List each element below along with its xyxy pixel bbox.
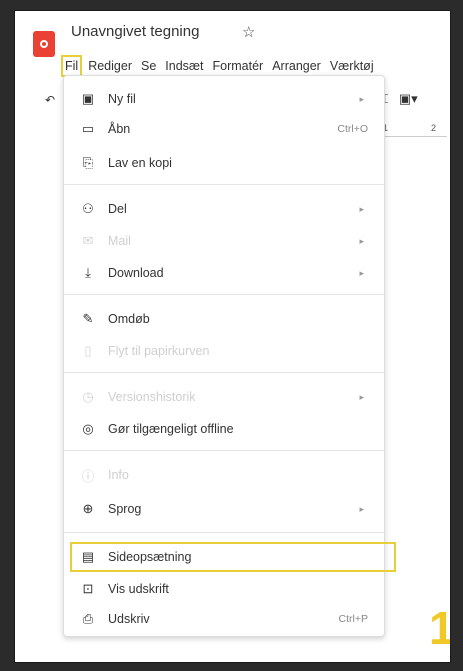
submenu-arrow-icon: ▸ [359,503,364,514]
ruler-tick-label: 2 [431,123,437,133]
new-file-icon: ▣ [81,91,95,106]
undo-icon[interactable]: ↶ [45,93,55,107]
step-number-annotation: 1 [429,601,450,655]
offline-icon: ◎ [82,421,94,436]
menu-view[interactable]: Se [140,57,157,75]
menu-item-download[interactable]: ⤓ Download ▸ [76,260,378,286]
menu-item-open[interactable]: ▭ Åbn Ctrl+O [76,116,378,142]
submenu-arrow-icon: ▸ [359,267,364,278]
menu-item-move-to-trash: ▯ Flyt til papirkurven [76,338,378,364]
app-window: Unavngivet tegning ☆ Fil Rediger Se Inds… [14,10,451,663]
menu-item-make-copy[interactable]: ⎘ Lav en kopi [76,150,378,176]
menu-item-info: ⓘ Info [76,462,378,488]
menu-item-new-file[interactable]: ▣ Ny fil ▸ [76,86,378,112]
trash-icon: ▯ [84,343,92,358]
menu-item-mail: ✉ Mail ▸ [76,228,378,254]
menu-arrange[interactable]: Arranger [271,57,322,75]
submenu-arrow-icon: ▸ [359,203,364,214]
menu-divider [64,450,384,451]
page-setup-icon: ▤ [81,549,95,564]
submenu-arrow-icon: ▸ [359,391,364,402]
menu-tools[interactable]: Værktøj [329,57,375,75]
folder-icon: ▭ [81,121,95,136]
menu-edit[interactable]: Rediger [87,57,133,75]
printer-icon: ⎙ [82,611,94,626]
share-person-icon: ⚇ [82,201,94,216]
menu-divider [64,184,384,185]
star-icon[interactable]: ☆ [242,23,255,41]
file-menu-dropdown: ▣ Ny fil ▸ ▭ Åbn Ctrl+O ⎘ Lav en kopi ⚇ … [63,75,396,637]
print-preview-icon: ⊡ [82,581,94,596]
menu-item-rename[interactable]: ✎ Omdøb [76,306,378,332]
image-icon[interactable]: ▣▾ [399,91,418,107]
menu-format[interactable]: Formatér [212,57,265,75]
menu-insert[interactable]: Indsæt [164,57,204,75]
menu-divider [64,372,384,373]
menu-file[interactable]: Fil [60,55,83,77]
menu-item-language[interactable]: ⊕ Sprog ▸ [76,496,378,522]
copy-icon: ⎘ [82,155,94,170]
menu-item-share[interactable]: ⚇ Del ▸ [76,196,378,222]
submenu-arrow-icon: ▸ [359,235,364,246]
menu-divider [64,294,384,295]
submenu-arrow-icon: ▸ [359,93,364,104]
menu-item-print-preview[interactable]: ⊡ Vis udskrift [76,576,378,602]
toolbar-right: ⌶ ▣▾ [381,91,418,107]
history-icon: ◷ [82,389,94,404]
mail-icon: ✉ [82,233,94,248]
menu-item-version-history: ◷ Versionshistorik ▸ [76,384,378,410]
document-title[interactable]: Unavngivet tegning [71,23,199,40]
menu-divider [64,532,384,533]
ruler: 1 2 [377,123,447,137]
menu-item-page-setup[interactable]: ▤ Sideopsætning [70,542,396,572]
info-icon: ⓘ [81,468,95,484]
drawings-logo-icon[interactable] [33,31,55,57]
download-icon: ⤓ [85,265,91,280]
menu-item-make-available-offline[interactable]: ◎ Gør tilgængeligt offline [76,416,378,442]
rename-icon: ✎ [82,311,94,326]
menu-bar: Fil Rediger Se Indsæt Formatér Arranger … [60,55,375,77]
globe-icon: ⊕ [82,501,94,516]
menu-item-print[interactable]: ⎙ Udskriv Ctrl+P [76,606,378,632]
